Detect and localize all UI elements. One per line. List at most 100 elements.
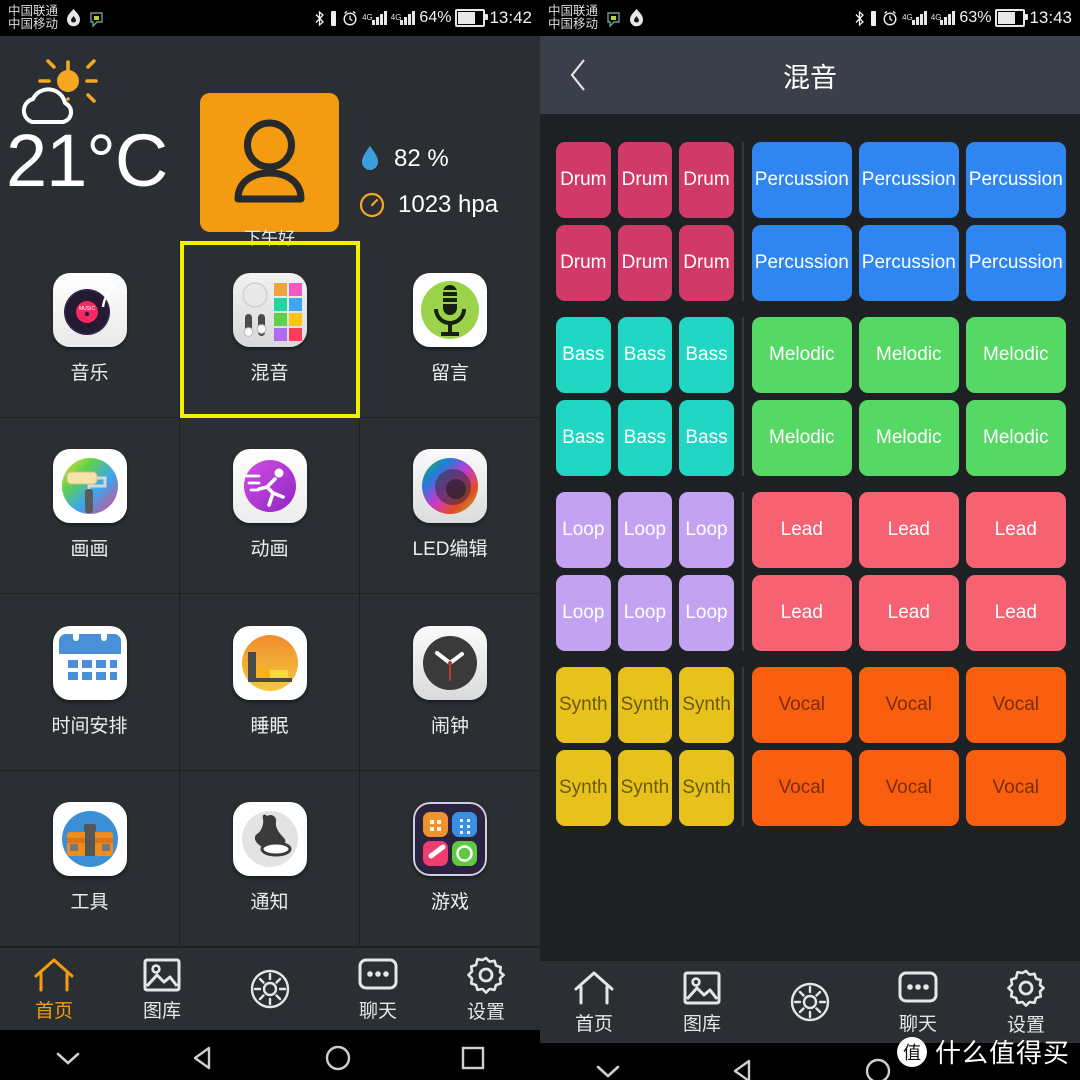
pad-lead-4[interactable]: Lead: [751, 575, 852, 651]
pad-vocal-5[interactable]: Vocal: [858, 750, 959, 826]
sysnav-recents-square[interactable]: [405, 1044, 540, 1072]
nav-item-gear[interactable]: 设置: [972, 968, 1080, 1037]
pad-group-vocal: Vocal Vocal Vocal Vocal Vocal Vocal: [741, 667, 1074, 826]
pad-drum-5[interactable]: Drum: [617, 225, 673, 301]
sysnav-back-triangle[interactable]: [675, 1057, 810, 1080]
app-cell-turntable[interactable]: MUSIC 音乐: [0, 241, 180, 418]
pad-lead-2[interactable]: Lead: [858, 492, 959, 568]
alarm-icon: [883, 10, 897, 26]
battery-icon: [995, 9, 1029, 27]
pad-vocal-6[interactable]: Vocal: [965, 750, 1066, 826]
nav-item-home[interactable]: 首页: [0, 956, 108, 1023]
pad-synth-5[interactable]: Synth: [617, 750, 673, 826]
pad-group-loop: Loop Loop Loop Loop Loop Loop: [548, 492, 742, 651]
pad-percussion-3[interactable]: Percussion: [965, 142, 1066, 218]
pad-percussion-1[interactable]: Percussion: [751, 142, 852, 218]
pad-loop-4[interactable]: Loop: [556, 575, 611, 651]
pad-percussion-6[interactable]: Percussion: [965, 225, 1066, 301]
app-cell-bell[interactable]: 通知: [180, 770, 360, 947]
nav-item-gallery[interactable]: 图库: [108, 956, 216, 1023]
app-cell-color-wheel[interactable]: LED编辑: [360, 418, 540, 594]
clock-icon: [413, 625, 487, 700]
pad-vocal-1[interactable]: Vocal: [751, 667, 852, 743]
watermark-text: 什么值得买: [934, 1038, 1070, 1068]
back-button[interactable]: [558, 36, 600, 114]
pad-synth-6[interactable]: Synth: [679, 750, 734, 826]
app-cell-calendar[interactable]: 时间安排: [0, 594, 180, 771]
pad-synth-4[interactable]: Synth: [556, 750, 611, 826]
pad-percussion-2[interactable]: Percussion: [858, 142, 959, 218]
pad-melodic-2[interactable]: Melodic: [858, 317, 959, 393]
home-circle-icon: [865, 1058, 890, 1080]
nav-item-gear[interactable]: 设置: [432, 955, 540, 1024]
pad-lead-1[interactable]: Lead: [751, 492, 852, 568]
pad-synth-3[interactable]: Synth: [679, 667, 734, 743]
pad-loop-5[interactable]: Loop: [617, 575, 673, 651]
pad-loop-6[interactable]: Loop: [679, 575, 734, 651]
pad-percussion-4[interactable]: Percussion: [751, 225, 852, 301]
app-cell-bed[interactable]: 睡眠: [180, 594, 360, 771]
nav-item-brightness-sun[interactable]: [216, 968, 324, 1010]
nav-item-label: 图库: [682, 1013, 721, 1035]
sysnav-chevron-down[interactable]: [540, 1060, 675, 1080]
nav-item-chat-dots[interactable]: 聊天: [864, 969, 972, 1036]
pad-bass-5[interactable]: Bass: [617, 400, 673, 476]
bluetooth-icon: [315, 10, 325, 26]
pad-synth-2[interactable]: Synth: [617, 667, 673, 743]
pad-loop-1[interactable]: Loop: [556, 492, 611, 568]
pad-vocal-4[interactable]: Vocal: [751, 750, 852, 826]
nav-item-brightness-sun[interactable]: [756, 981, 864, 1023]
pad-bass-1[interactable]: Bass: [556, 317, 611, 393]
user-avatar-icon[interactable]: [200, 93, 339, 232]
nav-item-label: 首页: [574, 1013, 613, 1035]
pad-melodic-5[interactable]: Melodic: [858, 400, 959, 476]
app-cell-toolbox[interactable]: 工具: [0, 770, 180, 947]
pad-loop-2[interactable]: Loop: [617, 492, 673, 568]
watermark: 值 什么值得买: [896, 1033, 1070, 1070]
nav-item-chat-dots[interactable]: 聊天: [324, 956, 432, 1023]
microphone-icon: [413, 272, 487, 347]
nav-item-home[interactable]: 首页: [540, 969, 648, 1036]
pad-lead-6[interactable]: Lead: [965, 575, 1066, 651]
pad-drum-3[interactable]: Drum: [679, 142, 734, 218]
app-cell-running-man[interactable]: 动画: [180, 417, 360, 594]
pad-drum-4[interactable]: Drum: [556, 225, 611, 301]
app-label: 工具: [70, 892, 109, 914]
app-cell-games-folder[interactable]: 游戏: [360, 771, 540, 947]
nav-item-gallery[interactable]: 图库: [648, 969, 756, 1036]
pad-melodic-1[interactable]: Melodic: [751, 317, 852, 393]
pad-vocal-2[interactable]: Vocal: [858, 667, 959, 743]
pad-lead-3[interactable]: Lead: [965, 492, 1066, 568]
sysnav-back-triangle[interactable]: [135, 1044, 270, 1072]
pad-percussion-5[interactable]: Percussion: [858, 225, 959, 301]
weather-widget[interactable]: 21°C 下午好 82 % 1023 hpa: [0, 36, 540, 248]
app-cell-clock[interactable]: 闹钟: [360, 594, 540, 771]
pad-bass-2[interactable]: Bass: [617, 317, 673, 393]
pad-lead-5[interactable]: Lead: [858, 575, 959, 651]
pad-synth-1[interactable]: Synth: [556, 667, 611, 743]
pad-vocal-3[interactable]: Vocal: [965, 667, 1066, 743]
app-cell-mixer[interactable]: 混音: [180, 241, 360, 418]
pad-melodic-3[interactable]: Melodic: [965, 317, 1066, 393]
pad-drum-6[interactable]: Drum: [679, 225, 734, 301]
pad-drum-1[interactable]: Drum: [556, 142, 611, 218]
nav-item-label: 聊天: [358, 1000, 397, 1022]
pad-bass-3[interactable]: Bass: [679, 317, 734, 393]
pad-drum-2[interactable]: Drum: [617, 142, 673, 218]
sysnav-home-circle[interactable]: [270, 1044, 405, 1072]
pad-melodic-4[interactable]: Melodic: [751, 400, 852, 476]
pad-grid: Drum Drum Drum Drum Drum Drum Percussion Percus…: [548, 142, 1072, 826]
pad-loop-3[interactable]: Loop: [679, 492, 734, 568]
app-label: 留言: [430, 362, 469, 384]
pad-bass-6[interactable]: Bass: [679, 400, 734, 476]
gear-icon: [1007, 969, 1045, 1007]
sysnav-chevron-down[interactable]: [0, 1047, 135, 1069]
pad-group-lead: Lead Lead Lead Lead Lead Lead: [741, 492, 1074, 651]
pad-melodic-6[interactable]: Melodic: [965, 400, 1066, 476]
mixer-header: 混音: [540, 36, 1080, 114]
chat-dots-icon: [898, 971, 938, 1002]
app-cell-microphone[interactable]: 留言: [360, 241, 540, 418]
flame-app-icon: [630, 9, 644, 27]
pad-bass-4[interactable]: Bass: [556, 400, 611, 476]
app-cell-paint-roller[interactable]: 画画: [0, 417, 180, 594]
